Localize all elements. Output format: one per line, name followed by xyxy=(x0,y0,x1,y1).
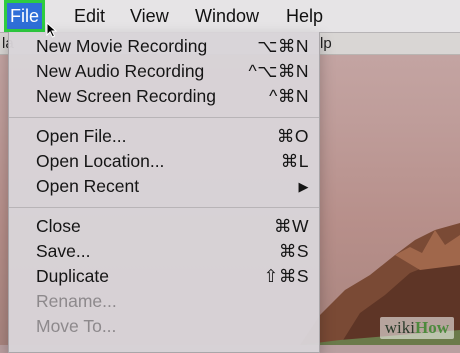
menu-separator xyxy=(9,207,319,208)
watermark-suffix: How xyxy=(415,318,449,337)
menu-bar: File Edit View Window Help xyxy=(0,0,460,33)
menu-item-label: New Screen Recording xyxy=(36,86,216,106)
menu-separator xyxy=(9,117,319,118)
menu-item-open-location[interactable]: Open Location... ⌘L xyxy=(9,150,319,174)
menu-item-label: Open Location... xyxy=(36,151,165,171)
menu-item-label: Open File... xyxy=(36,126,127,146)
menu-item-shortcut: ⌘O xyxy=(276,126,309,146)
menu-item-label: Open Recent xyxy=(36,176,140,196)
menu-window[interactable]: Window xyxy=(189,0,265,32)
menu-item-rename: Rename... xyxy=(9,290,319,314)
watermark-prefix: wiki xyxy=(384,318,415,337)
menu-item-label: New Movie Recording xyxy=(36,36,208,56)
menu-item-shortcut: ⌘L xyxy=(280,151,309,171)
menu-item-duplicate[interactable]: Duplicate ⇧⌘S xyxy=(9,265,319,289)
menu-item-open-file[interactable]: Open File... ⌘O xyxy=(9,125,319,149)
menu-item-label: Duplicate xyxy=(36,266,109,286)
menu-item-shortcut: ^⌥⌘N xyxy=(248,61,309,81)
menu-item-new-audio-recording[interactable]: New Audio Recording ^⌥⌘N xyxy=(9,60,319,84)
menu-item-close[interactable]: Close ⌘W xyxy=(9,215,319,239)
menu-item-shortcut: ⇧⌘S xyxy=(263,266,309,286)
wikihow-watermark: wikiHow xyxy=(379,317,454,339)
menu-item-label: Rename... xyxy=(36,291,117,311)
menu-help[interactable]: Help xyxy=(280,0,329,32)
menu-item-save[interactable]: Save... ⌘S xyxy=(9,240,319,264)
menu-edit[interactable]: Edit xyxy=(68,0,111,32)
menu-item-move-to: Move To... xyxy=(9,315,319,339)
menu-item-new-screen-recording[interactable]: New Screen Recording ^⌘N xyxy=(9,85,319,109)
menu-file[interactable]: File xyxy=(4,0,46,32)
menu-item-label: Close xyxy=(36,216,81,236)
submenu-arrow-icon: ▶ xyxy=(298,179,309,194)
menu-item-open-recent[interactable]: Open Recent ▶ xyxy=(9,175,319,199)
menu-item-new-movie-recording[interactable]: New Movie Recording ⌥⌘N xyxy=(9,35,319,59)
menu-view[interactable]: View xyxy=(124,0,175,32)
background-window-text-right: lp xyxy=(320,35,332,52)
menu-item-shortcut: ^⌘N xyxy=(269,86,309,106)
menu-item-shortcut: ⌘W xyxy=(273,216,309,236)
menu-item-label: Save... xyxy=(36,241,91,261)
menu-item-shortcut: ⌘S xyxy=(278,241,309,261)
menu-item-shortcut: ⌥⌘N xyxy=(257,36,309,56)
menu-item-label: Move To... xyxy=(36,316,117,336)
file-menu-dropdown: New Movie Recording ⌥⌘N New Audio Record… xyxy=(8,32,320,353)
menu-item-label: New Audio Recording xyxy=(36,61,205,81)
mouse-pointer-icon xyxy=(46,22,58,38)
